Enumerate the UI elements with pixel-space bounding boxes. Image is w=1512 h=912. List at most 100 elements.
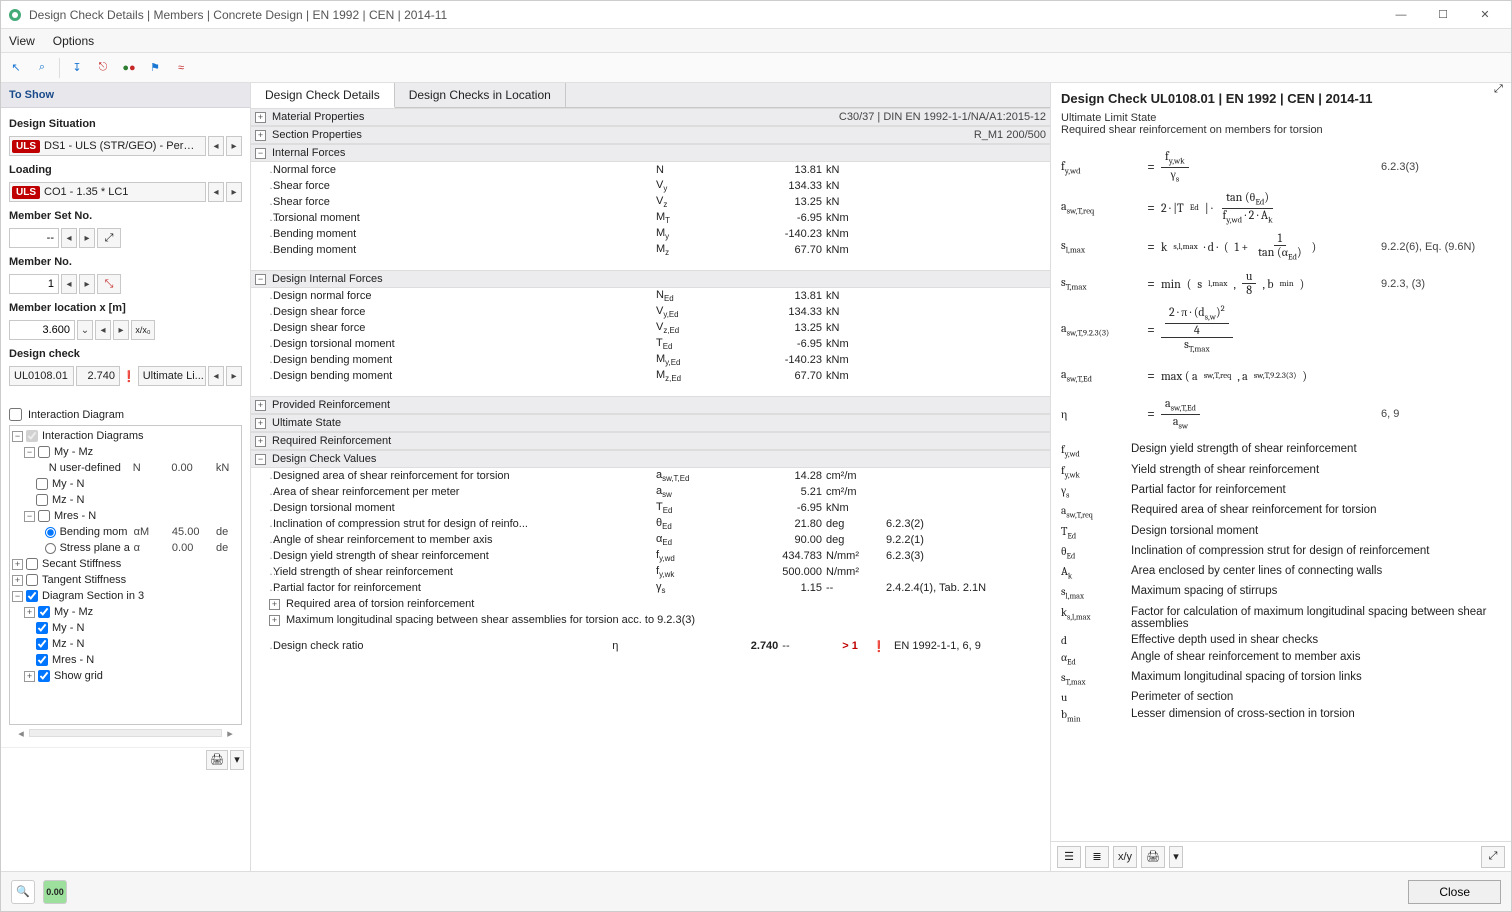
mloc-dd-button[interactable]: ⌄ — [77, 320, 93, 340]
data-row: Partial factor for reinforcementγs1.15--… — [251, 580, 1050, 596]
minimize-button[interactable]: — — [1381, 3, 1421, 27]
grp-internal-toggle[interactable]: − — [255, 148, 266, 159]
mno-pick-icon[interactable]: ⤡ — [97, 274, 121, 294]
loading-combo[interactable]: ULS CO1 - 1.35 * LC1 — [9, 182, 206, 202]
close-window-button[interactable]: ✕ — [1465, 3, 1505, 27]
design-situation-combo[interactable]: ULS DS1 - ULS (STR/GEO) - Permane... — [9, 136, 206, 156]
rtool-print-dd[interactable]: ▾ — [1169, 846, 1183, 868]
right-sub2: Required shear reinforcement on members … — [1061, 124, 1501, 136]
footer-search-icon[interactable]: 🔍 — [11, 880, 35, 904]
design-check-label: Design check — [9, 348, 242, 360]
dc-name-combo[interactable]: Ultimate Li... ⌄ — [138, 366, 206, 386]
formula-row: fy,wd=fy,wkγs6.2.3(3) — [1061, 150, 1501, 185]
tool-zoom-icon[interactable]: ⌕ — [31, 57, 53, 79]
tool-wave-icon[interactable]: ≈ — [170, 57, 192, 79]
interaction-diagram-checkbox[interactable]: Interaction Diagram — [9, 408, 242, 421]
left-print-dd-button[interactable]: ▾ — [230, 750, 244, 770]
definition-row: sT,maxMaximum longitudinal spacing of to… — [1061, 669, 1501, 689]
definition-row: θEdInclination of compression strut for … — [1061, 543, 1501, 563]
tool-braces-icon[interactable]: ⎋ — [92, 57, 114, 79]
rtool-fraction-icon[interactable]: x/y — [1113, 846, 1137, 868]
formula-row: η=asw,T,Edasw6, 9 — [1061, 397, 1501, 432]
member-no-label: Member No. — [9, 256, 242, 268]
right-expand-icon[interactable]: ⤢ — [1494, 83, 1508, 97]
tool-select-icon[interactable]: ↖ — [5, 57, 27, 79]
menu-view[interactable]: View — [9, 34, 35, 48]
member-set-input[interactable] — [9, 228, 59, 248]
design-situation-label: Design Situation — [9, 118, 242, 130]
interaction-tree[interactable]: −Interaction Diagrams −My - Mz N user-de… — [9, 425, 242, 725]
tool-dots-icon[interactable]: ●● — [118, 57, 140, 79]
footer-decimal-icon[interactable]: 0.00 — [43, 880, 67, 904]
ratio-warn-icon: ❗ — [872, 640, 886, 653]
right-title: Design Check UL0108.01 | EN 1992 | CEN |… — [1061, 91, 1501, 106]
main-toolbar: ↖ ⌕ ↧ ⎋ ●● ⚑ ≈ — [1, 53, 1511, 83]
dc-ratio: 2.740 — [76, 366, 120, 386]
right-sub1: Ultimate Limit State — [1061, 112, 1501, 124]
right-toolbar: ☰ ≣ x/y 🖨 ▾ ⤢ — [1051, 841, 1511, 871]
left-panel: To Show Design Situation ULS DS1 - ULS (… — [1, 83, 251, 871]
mloc-x-icon[interactable]: x/x₀ — [131, 320, 155, 340]
loading-next-button[interactable]: ▸ — [226, 182, 242, 202]
grp-dcv-toggle[interactable]: − — [255, 454, 266, 465]
formula-row: sT,max=min ( sl,max , u8 , bmin )9.2.3, … — [1061, 269, 1501, 299]
mset-prev-button[interactable]: ◂ — [61, 228, 77, 248]
rtool-expand-icon[interactable]: ⤢ — [1481, 846, 1505, 868]
window-title: Design Check Details | Members | Concret… — [29, 8, 1381, 22]
grp-dinternal-toggle[interactable]: − — [255, 274, 266, 285]
data-row: Design bending momentMz,Ed67.70kNm — [251, 368, 1050, 384]
definition-row: γsPartial factor for reinforcement — [1061, 482, 1501, 502]
dc-prev-button[interactable]: ◂ — [208, 366, 224, 386]
close-button[interactable]: Close — [1408, 880, 1501, 904]
data-row: Design torsional momentTEd-6.95kNm — [251, 500, 1050, 516]
mset-pick-icon[interactable]: ⤢ — [97, 228, 121, 248]
rtool-list-icon[interactable]: ≣ — [1085, 846, 1109, 868]
definition-row: bminLesser dimension of cross-section in… — [1061, 706, 1501, 726]
mno-prev-button[interactable]: ◂ — [61, 274, 77, 294]
definition-row: uPerimeter of section — [1061, 689, 1501, 706]
mset-next-button[interactable]: ▸ — [79, 228, 95, 248]
grp-provided-toggle[interactable]: + — [255, 400, 266, 411]
titlebar: Design Check Details | Members | Concret… — [1, 1, 1511, 29]
rtool-tree-icon[interactable]: ☰ — [1057, 846, 1081, 868]
grp-material-toggle[interactable]: + — [255, 112, 266, 123]
app-window: Design Check Details | Members | Concret… — [0, 0, 1512, 912]
definition-row: fy,wkYield strength of shear reinforceme… — [1061, 462, 1501, 482]
tool-flag-icon[interactable]: ⚑ — [144, 57, 166, 79]
sub-reqarea-toggle[interactable]: + — [269, 599, 280, 610]
tree-toggle[interactable]: − — [12, 431, 23, 442]
definition-row: AkArea enclosed by center lines of conne… — [1061, 563, 1501, 583]
menu-options[interactable]: Options — [53, 34, 94, 48]
data-row: Design torsional momentTEd-6.95kNm — [251, 336, 1050, 352]
tree-hscroll[interactable]: ◂▸ — [9, 725, 242, 741]
mno-next-button[interactable]: ▸ — [79, 274, 95, 294]
rtool-print-icon[interactable]: 🖨 — [1141, 846, 1165, 868]
dc-id: UL0108.01 — [9, 366, 74, 386]
data-row: Inclination of compression strut for des… — [251, 516, 1050, 532]
footer: 🔍 0.00 Close — [1, 871, 1511, 911]
left-print-button[interactable]: 🖨 — [206, 750, 228, 770]
mloc-prev-button[interactable]: ◂ — [95, 320, 111, 340]
dc-next-button[interactable]: ▸ — [226, 366, 242, 386]
member-no-input[interactable] — [9, 274, 59, 294]
tab-details[interactable]: Design Check Details — [251, 83, 395, 108]
data-row: Torsional momentMT-6.95kNm — [251, 210, 1050, 226]
data-row: Design bending momentMy,Ed-140.23kNm — [251, 352, 1050, 368]
ratio-row: Design check ratio η 2.740 -- > 1 ❗ EN 1… — [251, 638, 1050, 654]
dc-warn-icon: ❗ — [122, 370, 136, 383]
tab-location[interactable]: Design Checks in Location — [395, 83, 566, 107]
ds-next-button[interactable]: ▸ — [226, 136, 242, 156]
grp-required-toggle[interactable]: + — [255, 436, 266, 447]
grp-section-toggle[interactable]: + — [255, 130, 266, 141]
sub-maxlong-toggle[interactable]: + — [269, 615, 280, 626]
definition-row: dEffective depth used in shear checks — [1061, 632, 1501, 649]
definition-row: sl,maxMaximum spacing of stirrups — [1061, 583, 1501, 603]
tool-arrow-down-icon[interactable]: ↧ — [66, 57, 88, 79]
grp-ultimate-toggle[interactable]: + — [255, 418, 266, 429]
ds-prev-button[interactable]: ◂ — [208, 136, 224, 156]
data-row: Design yield strength of shear reinforce… — [251, 548, 1050, 564]
loading-prev-button[interactable]: ◂ — [208, 182, 224, 202]
maximize-button[interactable]: ☐ — [1423, 3, 1463, 27]
mloc-next-button[interactable]: ▸ — [113, 320, 129, 340]
member-loc-input[interactable] — [9, 320, 75, 340]
